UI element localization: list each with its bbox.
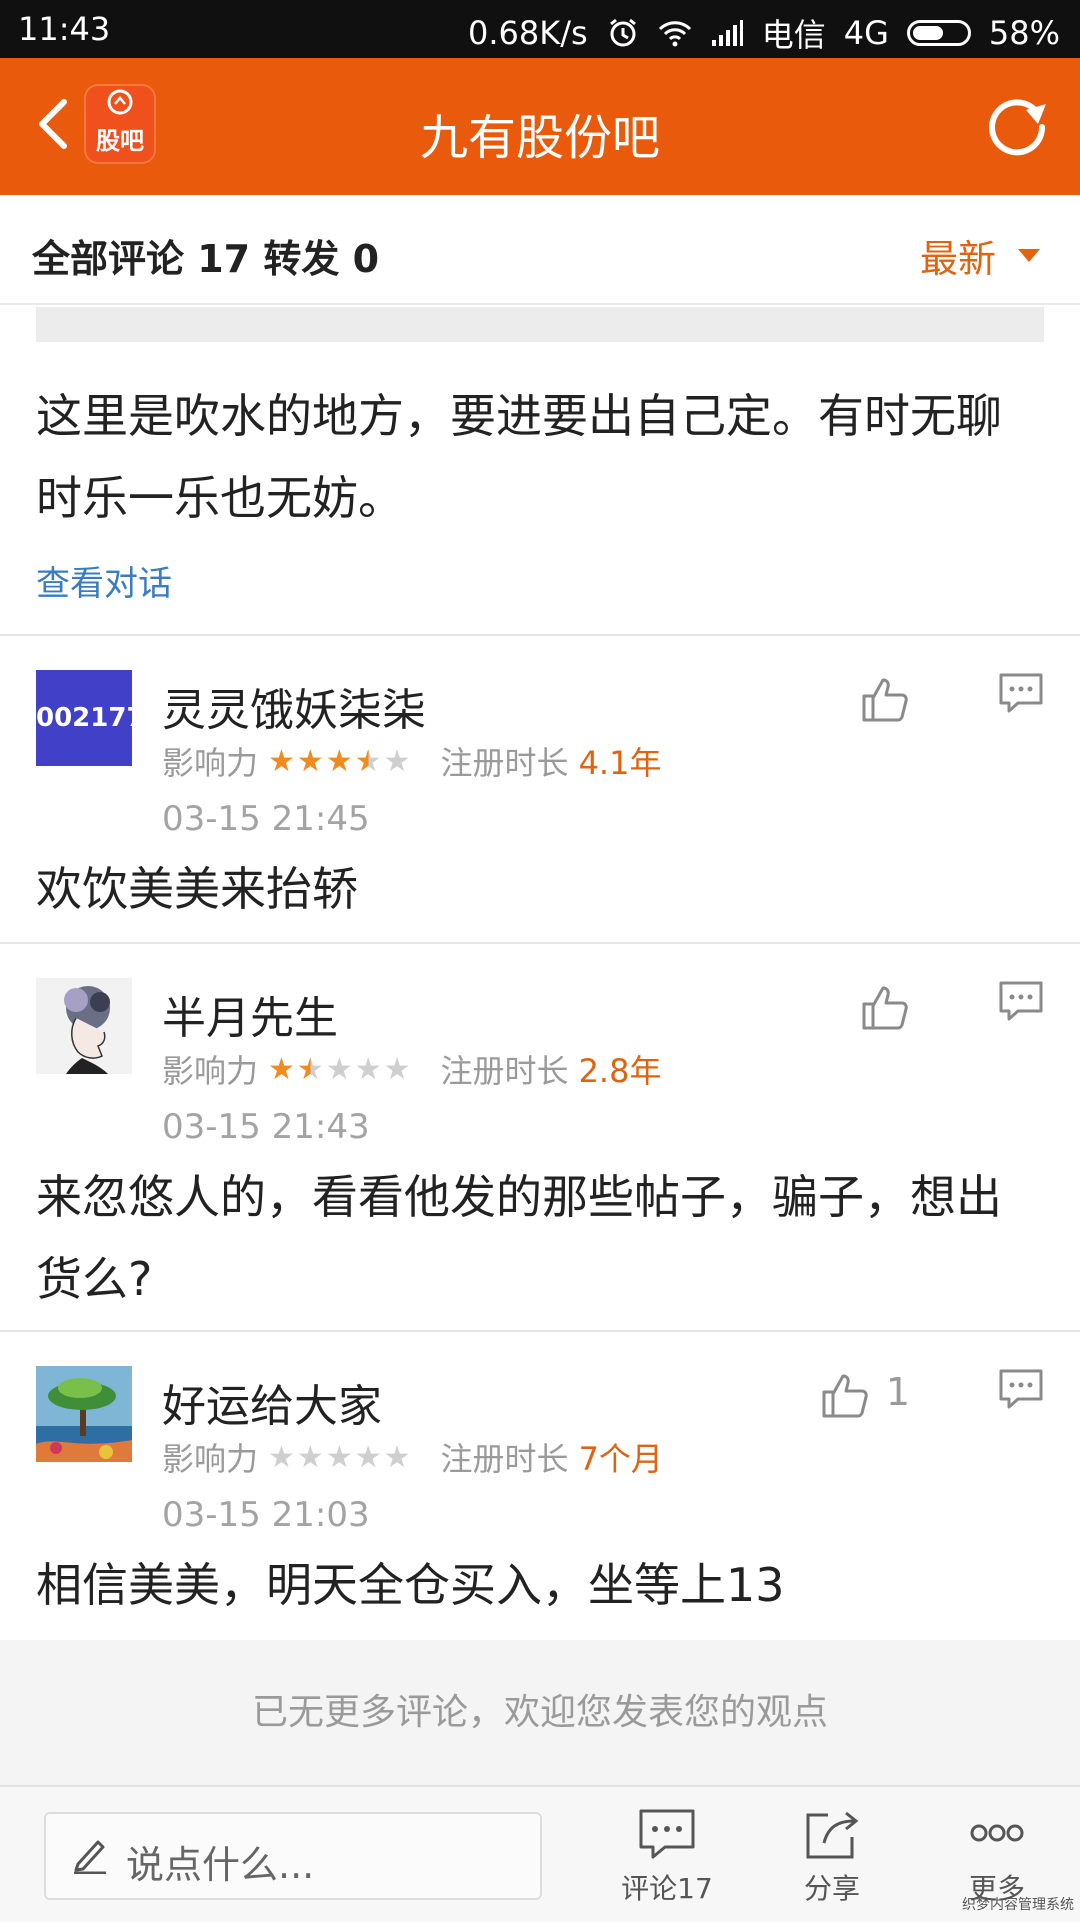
battery-fill [912,26,944,40]
comment-item: 半月先生 影响力 ★ ★ ★ ★ ★ 注册时长 2.8年 03-15 21:43 来忽悠人… [0,942,1080,1330]
registration-value: 7个月 [578,1440,663,1478]
star-icon: ★ [268,1051,295,1087]
view-conversation-link[interactable]: 查看对话 [36,556,172,605]
comment-item: 002177 灵灵饿妖柒柒 影响力 ★★★★★ 注册时长4.1年 03-15 2… [0,634,1080,942]
registration-duration: 注册时长 2.8年 [441,1046,662,1092]
share-icon [806,1811,859,1859]
wifi-icon [658,21,691,47]
signal-icon [711,20,743,46]
avatar[interactable] [36,1366,132,1462]
battery-percent: 58% [988,14,1060,52]
star-icon: ★ [354,743,382,779]
influence-stars: ★ ★ ★ ★ ★ [268,1440,411,1475]
status-bar: 11:43 0.68K/s 电信 4G 58% [0,0,1080,58]
registration-label: 注册时长 [440,1440,569,1478]
star-icon: ★ [325,1439,353,1475]
influence-label: 影响力 [162,1052,259,1090]
comment-text: 来忽悠人的，看看他发的那些帖子，骗子，想出货么? [36,1170,1002,1306]
star-icon: ★ [325,743,353,779]
star-icon: ★ [296,1439,324,1475]
status-time: 11:43 [18,10,111,48]
carrier-label: 电信 [761,16,826,54]
influence-label: 影响力 [162,1440,259,1478]
share-button[interactable]: 分享 [772,1807,892,1907]
like-count: 1 [885,1370,910,1414]
comments-button[interactable]: 评论17 [607,1807,727,1907]
sort-dropdown[interactable]: 最新 [920,228,1040,283]
registration-duration: 注册时长 7个月 [441,1434,663,1480]
like-button[interactable] [820,1370,870,1420]
comment-username[interactable]: 灵灵饿妖柒柒 [162,674,426,738]
registration-duration: 注册时长 4.1年 [441,738,662,784]
comment-text: 欢饮美美来抬轿 [36,862,358,916]
star-icon: ★ [383,1439,411,1475]
refresh-button[interactable] [980,90,1054,164]
comment-meta: 影响力 ★ ★ ★ ★ ★ 注册时长 7个月 [162,1434,663,1480]
network-type: 4G [843,14,889,52]
star-icon: ★ [268,1439,295,1475]
share-button-label: 分享 [803,1872,860,1905]
page-title: 九有股份吧 [419,110,660,166]
star-icon: ★ [354,1439,382,1475]
reply-button[interactable] [998,672,1044,714]
star-icon: ★ [296,743,324,779]
net-speed: 0.68K/s [468,14,588,52]
landscape-avatar-icon [36,1366,132,1462]
comment-input[interactable]: 说点什么... [44,1812,542,1900]
alarm-icon [609,18,636,47]
comment-time: 03-15 21:43 [162,1107,370,1147]
portrait-avatar-icon [64,986,110,1074]
reply-button[interactable] [998,980,1044,1022]
like-button[interactable] [860,674,910,724]
comment-count-label: 全部评论 17 转发 0 [32,237,380,281]
chevron-down-icon [1018,249,1040,262]
influence-label: 影响力 [162,744,259,782]
comment-time: 03-15 21:45 [162,799,370,839]
comment-meta: 影响力 ★ ★ ★ ★ ★ 注册时长 2.8年 [162,1046,661,1092]
watermark: 织梦内容管理系统 [962,1897,1074,1913]
star-icon: ★ [383,743,411,779]
pencil-icon [74,1840,106,1874]
influence-stars: ★ ★ ★ ★ ★ [268,744,411,779]
sort-label: 最新 [919,237,996,281]
comment-text: 相信美美，明天全仓买入，坐等上13 [36,1558,785,1612]
comment-meta: 影响力 ★ ★ ★ ★ ★ 注册时长 4.1年 [162,738,661,784]
no-more-comments-note: 已无更多评论，欢迎您发表您的观点 [0,1640,1080,1785]
comments-button-label: 评论17 [621,1872,713,1905]
comment-username[interactable]: 好运给大家 [162,1370,382,1434]
registration-value: 2.8年 [578,1052,662,1090]
comment-input-placeholder: 说点什么... [126,1843,315,1887]
avatar[interactable]: 002177 [36,670,132,766]
star-icon: ★ [268,743,295,779]
reply-button[interactable] [998,1368,1044,1410]
battery-icon [906,20,971,46]
comment-item: 好运给大家 影响力 ★ ★ ★ ★ ★ 注册时长 7个月 03-15 21:03 1 相信… [0,1330,1080,1640]
comment-username[interactable]: 半月先生 [162,982,338,1046]
registration-value: 4.1年 [578,744,662,782]
comment-icon [639,1809,695,1859]
comment-header: 全部评论 17 转发 0 最新 [0,195,1080,305]
registration-label: 注册时长 [440,1052,569,1090]
app-bar: 股吧 九有股份吧 [0,58,1080,195]
comment-time: 03-15 21:03 [162,1495,370,1535]
star-icon: ★ [383,1051,411,1087]
more-icon [970,1824,1024,1842]
quoted-post-text: 这里是吹水的地方，要进要出自己定。有时无聊时乐一乐也无妨。 [36,389,1002,525]
quoted-post-separator [36,307,1044,342]
avatar[interactable] [36,978,132,1074]
influence-stars: ★ ★ ★ ★ ★ [268,1052,411,1087]
bottom-action-bar: 说点什么... 评论17 分享 更多 织梦内容管理系统 [0,1785,1080,1922]
more-button[interactable]: 更多 [937,1807,1057,1907]
star-icon: ★ [354,1051,382,1087]
star-icon: ★ [325,1051,353,1087]
avatar-text: 002177 [36,703,132,733]
star-icon: ★ [296,1051,324,1087]
registration-label: 注册时长 [440,744,569,782]
like-button[interactable] [860,982,910,1032]
